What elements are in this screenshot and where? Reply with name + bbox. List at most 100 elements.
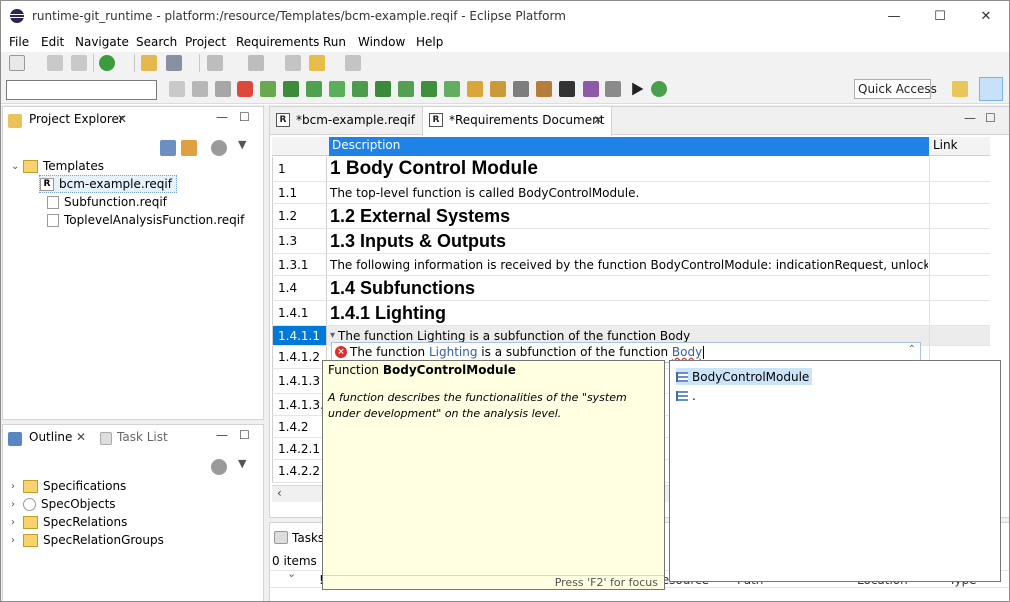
add-attribute-icon[interactable] [421,81,437,97]
menu-requirements[interactable]: Requirements [236,35,319,49]
validate-icon[interactable] [583,81,599,97]
row-description[interactable]: 1 Body Control Module [330,157,928,181]
outline-item-specifications[interactable]: › Specifications [11,477,126,495]
quick-access-field[interactable]: Quick Access [854,79,937,99]
row-link-cell[interactable] [929,157,990,181]
menu-navigate[interactable]: Navigate [75,35,129,49]
row-number[interactable]: 1.3 [272,229,327,253]
row-number[interactable]: 1 [272,157,327,181]
column-link[interactable]: Link [930,137,990,156]
back-arrow-icon[interactable] [309,55,325,71]
edit-link-lighting[interactable]: Lighting [429,345,478,359]
close-tab-icon[interactable]: ✕ [593,113,603,127]
table-row[interactable]: 1.2 1.2 External Systems [272,204,990,229]
close-tab-icon[interactable]: ✕ [76,430,86,444]
column-description[interactable]: Description [329,137,929,156]
chevron-down-icon[interactable]: ▼ [238,138,246,151]
tree-item-subfunction[interactable]: Subfunction.reqif [47,193,167,211]
menu-project[interactable]: Project [185,35,226,49]
row-number[interactable]: 1.3.1 [272,254,327,275]
next-annotation-icon[interactable] [207,55,223,71]
filter-input[interactable] [6,80,157,100]
row-number[interactable]: 1.4.2 [272,416,327,437]
row-link-cell[interactable] [929,229,990,253]
row-description[interactable]: 1.2 External Systems [330,204,928,228]
close-tab-icon[interactable]: ✕ [117,112,127,126]
row-number[interactable]: 1.4.1.1 [272,326,327,345]
expand-twisty-icon[interactable]: ▾ [330,330,335,341]
table-row[interactable]: 1.4.1 1.4.1 Lighting [272,301,990,326]
row-number[interactable]: 1.1 [272,182,327,203]
minimize-editor-icon[interactable]: — [964,111,976,125]
new-icon[interactable] [9,55,25,71]
add-child-icon[interactable] [283,81,299,97]
chevron-right-icon[interactable]: › [11,499,23,510]
view-menu-icon[interactable] [211,459,227,475]
add-link-icon[interactable] [398,81,414,97]
add-row-icon[interactable] [260,81,276,97]
tab-outline[interactable]: Outline [23,425,78,452]
save-icon[interactable] [47,55,63,71]
chevron-down-icon[interactable]: ▼ [238,457,246,470]
row-number[interactable]: 1.4 [272,276,327,300]
row-description[interactable]: 1.4 Subfunctions [330,276,928,300]
row-number[interactable]: 1.4.2.1 [272,438,327,459]
proposal-item[interactable]: BodyControlModule [676,368,813,385]
tree-item-toplevel[interactable]: ToplevelAnalysisFunction.reqif [47,211,244,229]
view-menu-icon[interactable] [211,140,227,156]
reqif-icon[interactable] [513,81,529,97]
row-link-cell[interactable] [929,182,990,203]
chevron-right-icon[interactable]: › [11,535,23,546]
maximize-button[interactable]: ☐ [917,1,963,32]
table-row[interactable]: 1.4 1.4 Subfunctions [272,276,990,301]
tab-tasks[interactable]: Tasks [292,531,324,545]
tree-item-templates[interactable]: ⌄ Templates [11,157,104,175]
row-number[interactable]: 1.4.1.3.1 [272,394,331,415]
table-row[interactable]: 1.3 1.3 Inputs & Outputs [272,229,990,254]
tab-requirements-document[interactable]: R *Requirements Document ✕ [422,107,612,136]
table-row[interactable]: 11 Body Control Module [272,157,990,182]
outline-item-specrelationgroups[interactable]: › SpecRelationGroups [11,531,164,549]
text-format-icon[interactable] [559,81,575,97]
add-relation-icon[interactable] [352,81,368,97]
collapse-all-icon[interactable] [160,140,176,156]
row-link-cell[interactable] [929,301,990,325]
run-external-icon[interactable] [99,55,115,71]
menu-help[interactable]: Help [416,35,443,49]
row-number[interactable]: 1.4.1 [272,301,327,325]
row-description[interactable]: 1.3 Inputs & Outputs [330,229,928,253]
pin-icon[interactable] [166,55,182,71]
maximize-view-icon[interactable]: ☐ [239,110,250,124]
prev-annotation-icon[interactable] [248,55,264,71]
row-description[interactable]: The following information is received by… [330,254,928,275]
sort-icon[interactable] [467,81,483,97]
row-number[interactable]: 1.2 [272,204,327,228]
chevron-right-icon[interactable]: › [11,481,23,492]
save-all-icon[interactable] [71,55,87,71]
close-button[interactable]: ✕ [963,1,1009,32]
menu-search[interactable]: Search [136,35,177,49]
maximize-editor-icon[interactable]: ☐ [985,111,996,125]
menu-window[interactable]: Window [358,35,405,49]
proposal-item[interactable]: . [676,387,696,404]
maximize-view-icon[interactable]: ☐ [239,428,250,442]
minimize-view-icon[interactable]: — [216,428,228,442]
tab-task-list[interactable]: Task List [111,425,174,452]
row-description[interactable]: The top-level function is called BodyCon… [330,182,928,203]
row-description[interactable]: 1.4.1 Lighting [330,301,928,325]
outline-item-specrelations[interactable]: › SpecRelations [11,513,127,531]
menu-run[interactable]: Run [323,35,346,49]
tools-icon[interactable] [536,81,552,97]
add-type-icon[interactable] [444,81,460,97]
row-link-cell[interactable] [929,254,990,275]
minimize-button[interactable]: — [871,1,917,32]
row-link-cell[interactable] [929,204,990,228]
delete-row-icon[interactable] [215,81,231,97]
up-icon[interactable] [169,81,185,97]
forward-arrow-icon[interactable] [345,55,361,71]
menu-file[interactable]: File [9,35,29,49]
add-spec-icon[interactable] [329,81,345,97]
add-sibling-icon[interactable] [306,81,322,97]
link-editor-icon[interactable] [181,140,197,156]
row-link-cell[interactable] [929,276,990,300]
